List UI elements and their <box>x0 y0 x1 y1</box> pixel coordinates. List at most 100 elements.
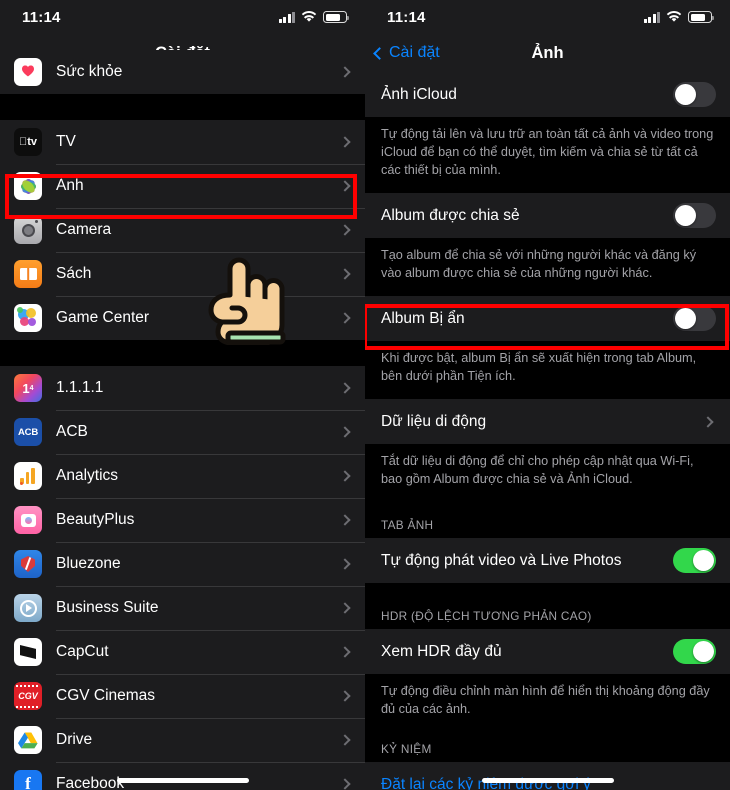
chevron-right-icon <box>339 312 351 324</box>
status-bar-time: 11:14 <box>22 8 61 26</box>
list-item-label: CGV Cinemas <box>56 687 156 704</box>
analytics-app-icon <box>14 462 42 490</box>
setting-footer-shared-albums: Tạo album để chia sẻ với những người khá… <box>365 238 730 297</box>
list-item-business-suite[interactable]: Business Suite <box>0 586 365 630</box>
chevron-right-icon <box>339 268 351 280</box>
list-item-health[interactable]: Sức khỏe <box>0 50 365 94</box>
section-gap <box>0 94 365 120</box>
list-item-label: Sách <box>56 265 92 282</box>
list-item-camera[interactable]: Camera <box>0 208 365 252</box>
page-title-right: Ảnh <box>531 43 564 62</box>
settings-list-right[interactable]: Ảnh iCloud Tự động tải lên và lưu trữ an… <box>365 72 730 790</box>
setting-label: Ảnh iCloud <box>381 85 457 103</box>
list-item-label: Analytics <box>56 467 119 484</box>
left-phone-screen: 11:14 Cài đặt Sức khỏe <box>0 0 365 790</box>
toggle-view-full-hdr[interactable] <box>673 639 716 665</box>
status-bar-indicators <box>643 11 714 23</box>
google-drive-app-icon <box>14 726 42 754</box>
list-item-game-center[interactable]: Game Center <box>0 296 365 340</box>
camera-app-icon <box>14 216 42 244</box>
apple-tv-app-icon: tv <box>14 128 42 156</box>
chevron-right-icon <box>339 224 351 236</box>
setting-label: Album Bị ẩn <box>381 309 465 327</box>
chevron-right-icon <box>339 136 351 148</box>
list-item-tv[interactable]: tv TV <box>0 120 365 164</box>
back-button-settings[interactable]: Cài đặt <box>373 34 440 72</box>
section-gap <box>0 340 365 366</box>
setting-label: Album được chia sẻ <box>381 206 520 224</box>
books-app-icon <box>14 260 42 288</box>
chevron-right-icon <box>339 558 351 570</box>
setting-footer-icloud-photos: Tự động tải lên và lưu trữ an toàn tất c… <box>365 117 730 194</box>
back-button-label: Cài đặt <box>389 44 440 61</box>
chevron-right-icon <box>339 602 351 614</box>
section-header-memories: KỶ NIỆM <box>365 732 730 763</box>
bluezone-app-icon <box>14 550 42 578</box>
toggle-hidden-album[interactable] <box>673 306 716 332</box>
list-item-photos[interactable]: Ảnh <box>0 164 365 208</box>
list-item-cgv-cinemas[interactable]: CGV CGV Cinemas <box>0 674 365 718</box>
chevron-right-icon <box>702 416 714 428</box>
chevron-right-icon <box>339 426 351 438</box>
list-item-facebook[interactable]: f Facebook <box>0 762 365 790</box>
facebook-app-icon: f <box>14 770 42 790</box>
setting-row-mobile-data[interactable]: Dữ liệu di động <box>365 399 730 445</box>
settings-list-left[interactable]: Sức khỏe tv TV <box>0 50 365 790</box>
chevron-right-icon <box>339 646 351 658</box>
business-suite-app-icon <box>14 594 42 622</box>
chevron-right-icon <box>339 66 351 78</box>
list-item-label: Ảnh <box>56 177 84 194</box>
list-item-acb[interactable]: ACB ACB <box>0 410 365 454</box>
section-header-hdr: HDR (ĐỘ LỆCH TƯƠNG PHẢN CAO) <box>365 583 730 630</box>
battery-icon <box>323 11 349 23</box>
status-bar-indicators <box>278 11 349 23</box>
acb-app-icon: ACB <box>14 418 42 446</box>
chevron-right-icon <box>339 382 351 394</box>
setting-row-reset-memories[interactable]: Đặt lại các kỷ niệm được gợi ý <box>365 762 730 790</box>
list-item-1111[interactable]: 14 1.1.1.1 <box>0 366 365 410</box>
list-item-label: Sức khỏe <box>56 63 123 80</box>
list-item-bluezone[interactable]: Bluezone <box>0 542 365 586</box>
wifi-icon <box>666 11 682 22</box>
setting-label: Xem HDR đầy đủ <box>381 642 502 660</box>
toggle-shared-albums[interactable] <box>673 203 716 229</box>
setting-row-shared-albums[interactable]: Album được chia sẻ <box>365 193 730 239</box>
list-item-books[interactable]: Sách <box>0 252 365 296</box>
list-item-label: Business Suite <box>56 599 159 616</box>
list-item-label: ACB <box>56 423 88 440</box>
section-header-tab-anh: TAB ẢNH <box>365 502 730 539</box>
setting-row-view-full-hdr[interactable]: Xem HDR đầy đủ <box>365 629 730 675</box>
setting-row-hidden-album[interactable]: Album Bị ẩn <box>365 296 730 342</box>
status-bar-right: 11:14 <box>365 0 730 34</box>
setting-row-icloud-photos[interactable]: Ảnh iCloud <box>365 72 730 117</box>
chevron-right-icon <box>339 778 351 790</box>
list-item-drive[interactable]: Drive <box>0 718 365 762</box>
list-item-label: Bluezone <box>56 555 121 572</box>
toggle-autoplay-video[interactable] <box>673 548 716 574</box>
cloudflare-app-icon: 14 <box>14 374 42 402</box>
list-item-capcut[interactable]: CapCut <box>0 630 365 674</box>
list-item-analytics[interactable]: Analytics <box>0 454 365 498</box>
toggle-icloud-photos[interactable] <box>673 82 716 107</box>
game-center-app-icon <box>14 304 42 332</box>
status-bar-left: 11:14 <box>0 0 365 34</box>
dual-screenshot-container: 11:14 Cài đặt Sức khỏe <box>0 0 730 790</box>
home-indicator-left <box>116 777 249 783</box>
cellular-bars-icon <box>278 11 295 23</box>
wifi-icon <box>301 11 317 22</box>
home-indicator-right <box>481 777 614 783</box>
cgv-cinemas-app-icon: CGV <box>14 682 42 710</box>
setting-label: Tự động phát video và Live Photos <box>381 551 622 569</box>
chevron-left-icon <box>373 46 386 60</box>
list-item-label: Camera <box>56 221 112 238</box>
cellular-bars-icon <box>643 11 660 23</box>
list-item-beautyplus[interactable]: BeautyPlus <box>0 498 365 542</box>
setting-row-autoplay-video[interactable]: Tự động phát video và Live Photos <box>365 538 730 584</box>
list-item-label: 1.1.1.1 <box>56 379 104 396</box>
list-item-label: Game Center <box>56 309 150 326</box>
list-item-label: BeautyPlus <box>56 511 135 528</box>
setting-footer-mobile-data: Tắt dữ liệu di động để chỉ cho phép cập … <box>365 444 730 503</box>
chevron-right-icon <box>339 690 351 702</box>
chevron-right-icon <box>339 514 351 526</box>
right-phone-screen: 11:14 Cài đặt Ảnh Ảnh iCloud Tự động tải… <box>365 0 730 790</box>
